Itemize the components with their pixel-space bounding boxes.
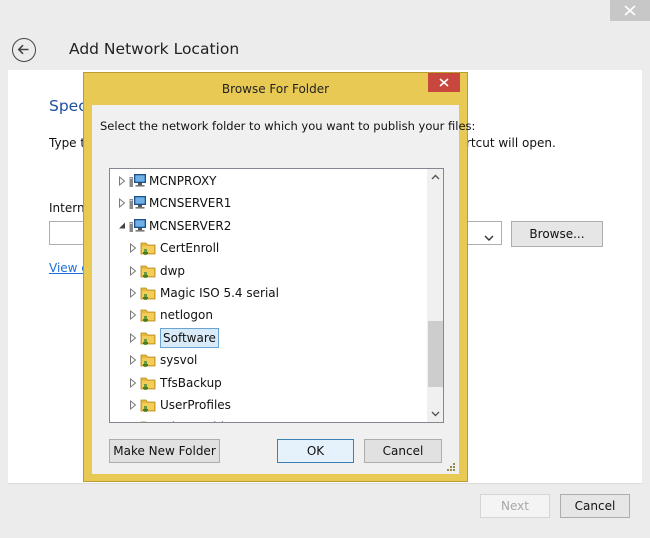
tree-item-label: TfsBackup [160, 375, 222, 390]
expand-arrow-icon[interactable] [129, 243, 137, 254]
chevron-up-icon [431, 174, 440, 180]
chevron-down-icon [431, 411, 440, 417]
instruction-text: Type the address of the website, FTP sit… [49, 136, 85, 150]
tree-scrollbar[interactable] [427, 169, 443, 422]
tree-item-label: MCNSERVER2 [149, 218, 232, 233]
browse-button[interactable]: Browse... [511, 221, 603, 247]
expand-arrow-icon[interactable] [129, 355, 137, 366]
expand-arrow-icon[interactable] [129, 288, 137, 298]
expand-arrow-icon[interactable] [129, 310, 137, 321]
dialog-description: Select the network folder to which you w… [100, 119, 476, 133]
tree-item[interactable]: MCNSERVER1 [110, 192, 427, 214]
tree-item-label: MCNSERVER1 [149, 196, 232, 211]
tree-item-label: Magic ISO 5.4 serial [160, 286, 279, 300]
address-label: Internet or network address: [49, 201, 85, 215]
expand-arrow-icon[interactable] [118, 198, 126, 209]
address-dropdown-button[interactable] [484, 227, 494, 246]
tree-item[interactable]: TfsBackup [110, 372, 427, 394]
tree-item-label: UserProfiles [160, 398, 231, 412]
ok-button[interactable]: OK [277, 439, 354, 463]
shared-folder-icon [140, 375, 156, 393]
chevron-down-icon [484, 235, 494, 241]
expand-arrow-icon[interactable] [129, 377, 137, 388]
make-new-folder-button[interactable]: Make New Folder [109, 439, 220, 463]
footer-divider [8, 483, 642, 484]
expand-arrow-icon[interactable] [129, 265, 137, 276]
tree-item-label: Win 7 64bit [160, 420, 229, 422]
tree-item-label: dwp [160, 263, 186, 278]
tree-item-label: netlogon [160, 308, 213, 323]
wizard-title: Add Network Location [69, 40, 240, 58]
browse-for-folder-dialog: Browse For Folder Select the network fol… [83, 72, 475, 482]
cancel-button[interactable]: Cancel [560, 494, 630, 518]
expand-arrow-icon[interactable] [129, 332, 137, 343]
tree-item[interactable]: Software [110, 327, 427, 349]
computer-icon [129, 218, 147, 236]
instruction-text-tail: rtcut will open. [466, 136, 556, 150]
scroll-down-button[interactable] [427, 405, 443, 422]
close-icon [624, 5, 636, 16]
tree-item[interactable]: sysvol [110, 349, 427, 371]
expand-arrow-icon[interactable] [129, 400, 137, 410]
shared-folder-icon [140, 330, 156, 348]
view-examples-link[interactable]: View examples [49, 261, 85, 275]
close-icon [439, 78, 449, 87]
tree-item-label: CertEnroll [160, 241, 220, 256]
tree-item[interactable]: MCNSERVER2 [110, 215, 427, 237]
shared-folder-icon [140, 419, 156, 422]
back-button[interactable] [12, 38, 36, 62]
shared-folder-icon [140, 240, 156, 258]
shared-folder-icon [140, 263, 156, 281]
computer-icon [129, 173, 147, 191]
folder-tree-rows: MCNPROXY MCNSERVER1 MCNSERVER2 CertEnroll dw… [110, 169, 427, 422]
tree-item[interactable]: UserProfiles [110, 394, 427, 416]
expand-arrow-icon[interactable] [118, 176, 126, 186]
next-button[interactable]: Next [480, 494, 550, 518]
scroll-up-button[interactable] [427, 169, 443, 186]
tree-item[interactable]: Win 7 64bit [110, 416, 427, 422]
computer-icon [129, 195, 147, 213]
dialog-close-button[interactable] [428, 73, 460, 92]
shared-folder-icon [140, 397, 156, 415]
shared-folder-icon [140, 352, 156, 370]
back-arrow-icon [17, 44, 29, 55]
tree-item[interactable]: dwp [110, 260, 427, 282]
resize-grip-icon[interactable] [446, 462, 456, 472]
window-close-button[interactable] [610, 0, 650, 21]
tree-item-label: MCNPROXY [149, 174, 217, 188]
tree-item[interactable]: CertEnroll [110, 237, 427, 259]
collapse-arrow-icon[interactable] [118, 221, 126, 231]
dialog-cancel-button[interactable]: Cancel [364, 439, 442, 463]
tree-item[interactable]: Magic ISO 5.4 serial [110, 282, 427, 304]
tree-item-label: sysvol [160, 353, 198, 368]
scroll-thumb[interactable] [428, 321, 443, 387]
folder-tree[interactable]: MCNPROXY MCNSERVER1 MCNSERVER2 CertEnroll dw… [109, 168, 444, 423]
tree-item-label: Software [160, 327, 219, 348]
shared-folder-icon [140, 307, 156, 325]
shared-folder-icon [140, 285, 156, 303]
tree-item[interactable]: netlogon [110, 304, 427, 326]
dialog-title: Browse For Folder [221, 82, 330, 96]
tree-item[interactable]: MCNPROXY [110, 170, 427, 192]
